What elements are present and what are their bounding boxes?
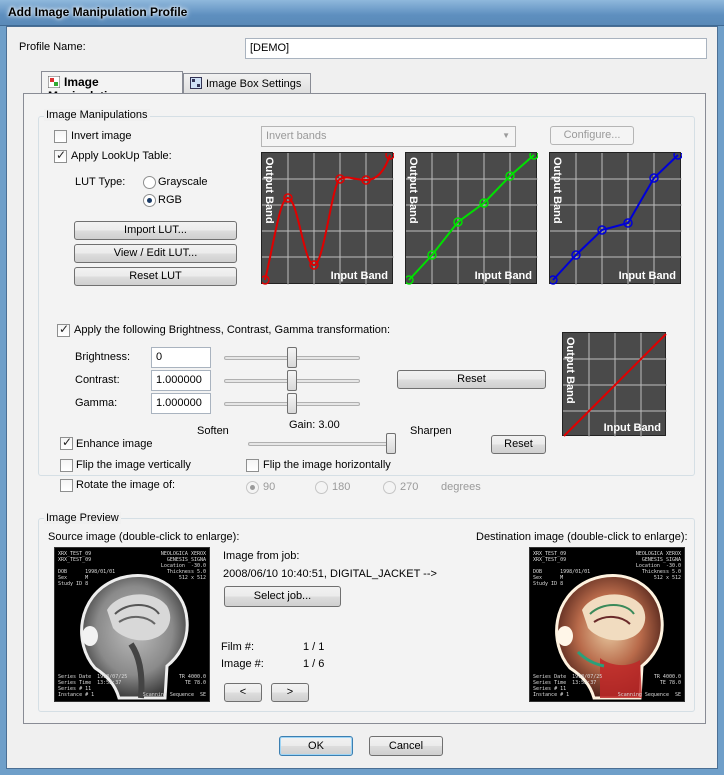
image-number-label: Image #: [221, 658, 264, 670]
degrees-label: degrees [441, 481, 481, 493]
apply-bcg-label: Apply the following Brightness, Contrast… [74, 324, 391, 336]
gain-slider-track[interactable] [248, 442, 396, 446]
destination-image-label: Destination image (double-click to enlar… [476, 531, 688, 543]
source-image-label: Source image (double-click to enlarge): [48, 531, 240, 543]
source-mri-top-left-text: XRX_TEST_09 XRX_TEST_09 DOB 1998/01/01 S… [58, 551, 116, 587]
dest-mri-top-right-text: NEOLOGICA XEROX GENESIS_SIGNA Location -… [635, 551, 681, 581]
source-image-preview[interactable]: XRX_TEST_09 XRX_TEST_09 DOB 1998/01/01 S… [54, 547, 210, 702]
red-lut-output-axis-label: Output Band [263, 157, 275, 224]
tab-image-box-settings[interactable]: Image Box Settings [183, 73, 311, 94]
tab-image-manipulations[interactable]: Image Manipulations [41, 71, 183, 103]
image-manipulation-icon [47, 75, 61, 89]
profile-name-label: Profile Name: [19, 41, 86, 53]
image-box-icon [190, 77, 202, 89]
green-lut-input-axis-label: Input Band [474, 270, 532, 282]
destination-image-preview[interactable]: XRX_TEST_09 XRX_TEST_09 DOB 1998/01/01 S… [529, 547, 685, 702]
select-job-button[interactable]: Select job... [224, 586, 341, 607]
rotate-90-label: 90 [263, 481, 276, 493]
contrast-slider-thumb[interactable] [287, 370, 297, 391]
dest-mri-bottom-right-text: TR 4000.0 TE 78.0 Scanning Sequence SE [617, 674, 681, 698]
green-lut-output-axis-label: Output Band [407, 157, 419, 224]
flip-horizontal-label: Flip the image horizontally [263, 459, 391, 471]
film-number-label: Film #: [221, 641, 254, 653]
gamma-input[interactable]: 1.000000 [151, 393, 211, 414]
contrast-input[interactable]: 1.000000 [151, 370, 211, 391]
gain-label: Gain: 3.00 [289, 419, 340, 431]
configure-button[interactable]: Configure... [550, 126, 634, 145]
rotate-label: Rotate the image of: [76, 479, 176, 491]
enhance-image-checkbox[interactable] [60, 435, 73, 450]
job-value: 2008/06/10 10:40:51, DIGITAL_JACKET --> [223, 568, 437, 580]
tab-image-box-settings-label: Image Box Settings [206, 78, 302, 90]
flip-horizontal-checkbox[interactable] [246, 459, 259, 472]
flip-vertical-label: Flip the image vertically [76, 459, 191, 471]
gamma-label: Gamma: [75, 397, 118, 409]
rotate-270-radio[interactable] [383, 481, 396, 494]
soften-label: Soften [197, 425, 229, 437]
chevron-down-icon: ▼ [502, 131, 510, 140]
source-mri-bottom-right-text: TR 4000.0 TE 78.0 Scanning Sequence SE [142, 674, 206, 698]
rotate-180-radio[interactable] [315, 481, 328, 494]
brightness-slider-thumb[interactable] [287, 347, 297, 368]
bcg-output-axis-label: Output Band [564, 337, 576, 404]
bcg-input-axis-label: Input Band [603, 422, 661, 434]
brightness-input[interactable]: 0 [151, 347, 211, 368]
grayscale-label: Grayscale [158, 176, 208, 188]
profile-name-input[interactable]: [DEMO] [245, 38, 707, 59]
reset-lut-button[interactable]: Reset LUT [74, 267, 237, 286]
previous-image-button[interactable]: < [224, 683, 262, 702]
dest-mri-bottom-left-text: Series Date 1998/07/25 Series Time 13:52… [533, 674, 603, 698]
invert-image-checkbox[interactable] [54, 130, 67, 143]
flip-vertical-checkbox[interactable] [60, 459, 73, 472]
apply-lut-label: Apply LookUp Table: [71, 150, 172, 162]
rotate-180-label: 180 [332, 481, 351, 493]
blue-lut-curve[interactable]: Output Band Input Band [549, 152, 682, 285]
image-manipulations-group-title: Image Manipulations [44, 109, 150, 121]
lut-type-label: LUT Type: [75, 176, 126, 188]
film-number-value: 1 / 1 [303, 641, 325, 653]
gain-slider-thumb[interactable] [386, 433, 396, 454]
rotate-90-radio[interactable] [246, 481, 259, 494]
sharpen-label: Sharpen [410, 425, 452, 437]
apply-lut-checkbox[interactable] [54, 148, 67, 163]
image-number-value: 1 / 6 [303, 658, 325, 670]
invert-bands-value: Invert bands [266, 130, 327, 142]
gamma-slider-thumb[interactable] [287, 393, 297, 414]
rotate-checkbox[interactable] [60, 479, 73, 492]
invert-image-label: Invert image [71, 130, 132, 142]
brightness-label: Brightness: [75, 351, 131, 363]
image-preview-group-title: Image Preview [44, 512, 121, 524]
enhance-reset-button[interactable]: Reset [491, 435, 546, 454]
bcg-curve: Output Band Input Band [562, 332, 667, 437]
tab-panel: Image Manipulations Invert image Invert … [23, 93, 706, 724]
title-bar[interactable]: Add Image Manipulation Profile [0, 0, 724, 26]
view-edit-lut-button[interactable]: View / Edit LUT... [74, 244, 237, 263]
image-from-job-label: Image from job: [223, 550, 300, 562]
red-lut-input-axis-label: Input Band [330, 270, 388, 282]
rotate-270-label: 270 [400, 481, 419, 493]
window-title: Add Image Manipulation Profile [8, 5, 188, 19]
next-image-button[interactable]: > [271, 683, 309, 702]
red-lut-curve[interactable]: Output Band Input Band [261, 152, 394, 285]
import-lut-button[interactable]: Import LUT... [74, 221, 237, 240]
apply-bcg-checkbox[interactable] [57, 322, 70, 337]
source-mri-top-right-text: NEOLOGICA XEROX GENESIS_SIGNA Location -… [160, 551, 206, 581]
blue-lut-output-axis-label: Output Band [551, 157, 563, 224]
bcg-reset-button[interactable]: Reset [397, 370, 546, 389]
green-lut-curve[interactable]: Output Band Input Band [405, 152, 538, 285]
blue-lut-input-axis-label: Input Band [618, 270, 676, 282]
grayscale-radio[interactable] [143, 176, 156, 189]
ok-button[interactable]: OK [279, 736, 353, 756]
rgb-radio[interactable] [143, 194, 156, 207]
enhance-image-label: Enhance image [76, 438, 153, 450]
cancel-button[interactable]: Cancel [369, 736, 443, 756]
dest-mri-top-left-text: XRX_TEST_09 XRX_TEST_09 DOB 1998/01/01 S… [533, 551, 591, 587]
contrast-label: Contrast: [75, 374, 120, 386]
rgb-label: RGB [158, 194, 182, 206]
invert-bands-select[interactable]: Invert bands ▼ [261, 126, 516, 147]
dialog-client: Profile Name: [DEMO] Image Manipulations… [6, 26, 718, 769]
source-mri-bottom-left-text: Series Date 1998/07/25 Series Time 13:52… [58, 674, 128, 698]
